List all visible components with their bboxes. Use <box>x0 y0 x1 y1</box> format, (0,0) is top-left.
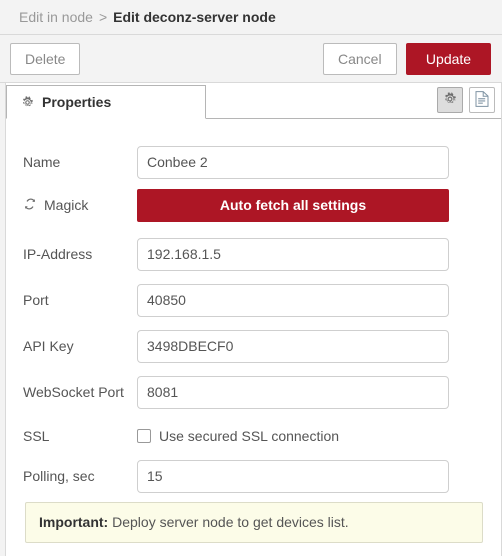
polling-label-text: Polling, sec <box>23 468 95 484</box>
ssl-checkbox-label[interactable]: Use secured SSL connection <box>159 428 339 444</box>
dialog-header: Edit in node > Edit deconz-server node <box>0 0 502 35</box>
dialog-toolbar: Delete Cancel Update <box>0 35 502 83</box>
port-input[interactable] <box>137 283 449 317</box>
form-row-websocket-port: WebSocket Port <box>7 375 501 409</box>
update-button[interactable]: Update <box>406 43 491 75</box>
ip-address-input[interactable] <box>137 237 449 271</box>
gear-icon <box>443 91 457 109</box>
form-row-ssl: SSL Use secured SSL connection <box>7 419 501 453</box>
ssl-checkbox-line: Use secured SSL connection <box>137 420 339 453</box>
name-label: Name <box>7 154 137 170</box>
breadcrumb-separator: > <box>98 9 108 25</box>
notice-strong-label: Important: <box>39 514 109 530</box>
gear-icon <box>21 95 34 109</box>
cancel-button[interactable]: Cancel <box>323 43 397 75</box>
name-label-text: Name <box>23 154 61 170</box>
port-label: Port <box>7 292 137 308</box>
page-title: Edit deconz-server node <box>113 9 276 25</box>
refresh-icon <box>23 197 37 214</box>
properties-form: Name Magick Auto fetch all settings IP-A… <box>7 119 501 556</box>
settings-icon-button[interactable] <box>437 87 463 113</box>
tab-strip: Properties <box>0 83 502 119</box>
ssl-label: SSL <box>7 428 137 444</box>
polling-label: Polling, sec <box>7 468 137 484</box>
api-key-label-text: API Key <box>23 338 74 354</box>
tab-properties[interactable]: Properties <box>6 85 206 119</box>
polling-input[interactable] <box>137 459 449 493</box>
breadcrumb-parent[interactable]: Edit in node <box>19 9 93 25</box>
ip-address-label-text: IP-Address <box>23 246 93 262</box>
ssl-label-text: SSL <box>23 428 50 444</box>
magick-label: Magick <box>7 197 137 214</box>
auto-fetch-all-settings-button[interactable]: Auto fetch all settings <box>137 188 449 222</box>
form-row-name: Name <box>7 145 501 179</box>
edit-node-dialog: Edit in node > Edit deconz-server node D… <box>0 0 502 556</box>
notice-text: Deploy server node to get devices list. <box>108 514 349 530</box>
important-notice: Important: Deploy server node to get dev… <box>25 502 483 543</box>
websocket-port-label-text: WebSocket Port <box>23 384 124 400</box>
form-row-port: Port <box>7 283 501 317</box>
ssl-checkbox[interactable] <box>137 429 151 443</box>
form-row-polling: Polling, sec <box>7 459 501 493</box>
name-input[interactable] <box>137 145 449 179</box>
tab-label: Properties <box>42 94 112 110</box>
magick-label-text: Magick <box>44 197 89 213</box>
description-icon-button[interactable] <box>469 87 495 113</box>
dialog-left-gutter <box>0 83 6 556</box>
websocket-port-input[interactable] <box>137 375 449 409</box>
websocket-port-label: WebSocket Port <box>7 384 137 400</box>
ip-address-label: IP-Address <box>7 246 137 262</box>
document-icon <box>475 90 489 110</box>
api-key-input[interactable] <box>137 329 449 363</box>
port-label-text: Port <box>23 292 49 308</box>
form-row-api-key: API Key <box>7 329 501 363</box>
delete-button[interactable]: Delete <box>10 43 81 75</box>
breadcrumb: Edit in node > Edit deconz-server node <box>19 9 276 25</box>
api-key-label: API Key <box>7 338 137 354</box>
form-row-ip-address: IP-Address <box>7 237 501 271</box>
form-row-magick: Magick Auto fetch all settings <box>7 188 501 222</box>
